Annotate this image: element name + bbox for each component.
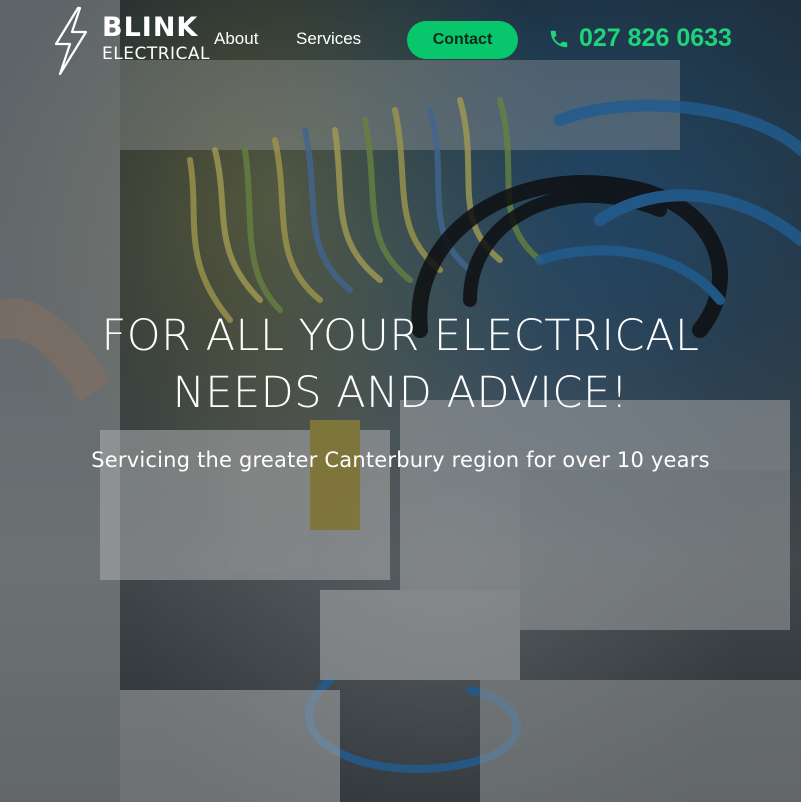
brand-name: BLINK bbox=[102, 12, 199, 43]
phone-icon bbox=[550, 30, 568, 47]
nav-link-about[interactable]: About bbox=[214, 29, 258, 49]
phone-number: 027 826 0633 bbox=[579, 24, 732, 52]
nav-link-services[interactable]: Services bbox=[296, 29, 361, 49]
hero-headline-line-2: NEEDS AND ADVICE! bbox=[172, 368, 629, 418]
brand-logo[interactable]: BLINK ELECTRICAL bbox=[50, 6, 210, 76]
hero-headline-line-1: FOR ALL YOUR ELECTRICAL bbox=[101, 311, 700, 361]
hero-subheadline: Servicing the greater Canterbury region … bbox=[91, 448, 710, 472]
top-navigation: BLINK ELECTRICAL About Services Contact … bbox=[0, 0, 801, 80]
contact-button[interactable]: Contact bbox=[407, 21, 518, 59]
hero-section: BLINK ELECTRICAL About Services Contact … bbox=[0, 0, 801, 802]
phone-link[interactable]: 027 826 0633 bbox=[548, 24, 732, 53]
brand-subtitle: ELECTRICAL bbox=[102, 44, 211, 64]
lightning-bolt-icon bbox=[54, 6, 88, 76]
hero-headline: FOR ALL YOUR ELECTRICAL NEEDS AND ADVICE… bbox=[0, 308, 801, 422]
